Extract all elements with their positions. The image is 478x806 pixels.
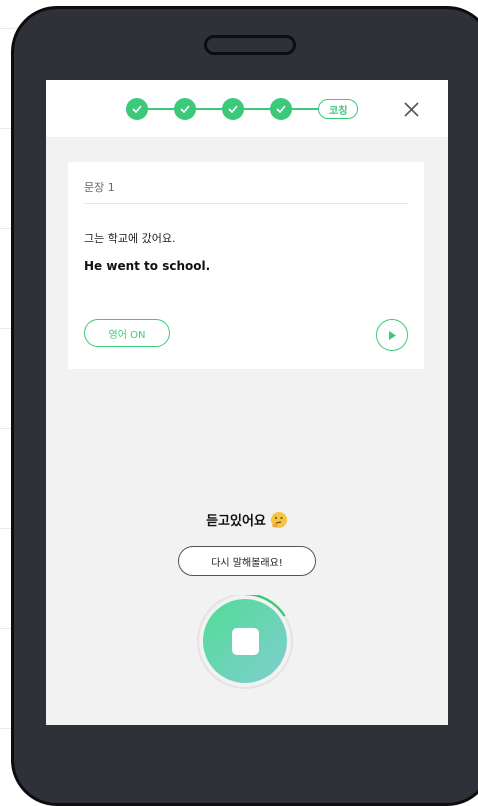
play-icon — [389, 330, 396, 340]
step-connector — [244, 108, 270, 110]
step-complete-icon — [126, 98, 148, 120]
step-complete-icon — [174, 98, 196, 120]
sentence-card: 문장 1 그는 학교에 갔어요. He went to school. 영어 O… — [68, 162, 424, 369]
play-audio-button[interactable] — [376, 319, 408, 351]
english-sentence: He went to school. — [84, 259, 211, 273]
coaching-step: 코칭 — [318, 99, 359, 119]
step-complete-icon — [270, 98, 292, 120]
recorder — [195, 595, 299, 689]
english-toggle-button[interactable]: 영어 ON — [84, 319, 170, 347]
listening-text: 듣고있어요 — [206, 514, 266, 529]
stop-icon — [231, 627, 259, 655]
step-connector — [196, 108, 222, 110]
divider — [84, 203, 408, 204]
listening-status: 듣고있어요 — [46, 510, 448, 529]
thinking-face-icon — [270, 511, 287, 528]
retry-speaking-button[interactable]: 다시 말해볼래요! — [178, 546, 316, 576]
sentence-number-label: 문장 1 — [84, 181, 115, 194]
korean-sentence: 그는 학교에 갔어요. — [84, 232, 176, 245]
step-progress: 코칭 — [126, 98, 359, 120]
step-complete-icon — [222, 98, 244, 120]
top-bar: 코칭 — [46, 80, 448, 137]
step-connector — [148, 108, 174, 110]
phone-speaker — [204, 35, 296, 55]
stop-recording-button[interactable] — [203, 599, 287, 683]
step-connector — [292, 108, 318, 110]
close-button[interactable] — [400, 98, 422, 120]
close-icon — [403, 101, 419, 117]
app-screen: 코칭 문장 1 그는 학교에 갔어요. He went to school. 영… — [46, 80, 448, 725]
